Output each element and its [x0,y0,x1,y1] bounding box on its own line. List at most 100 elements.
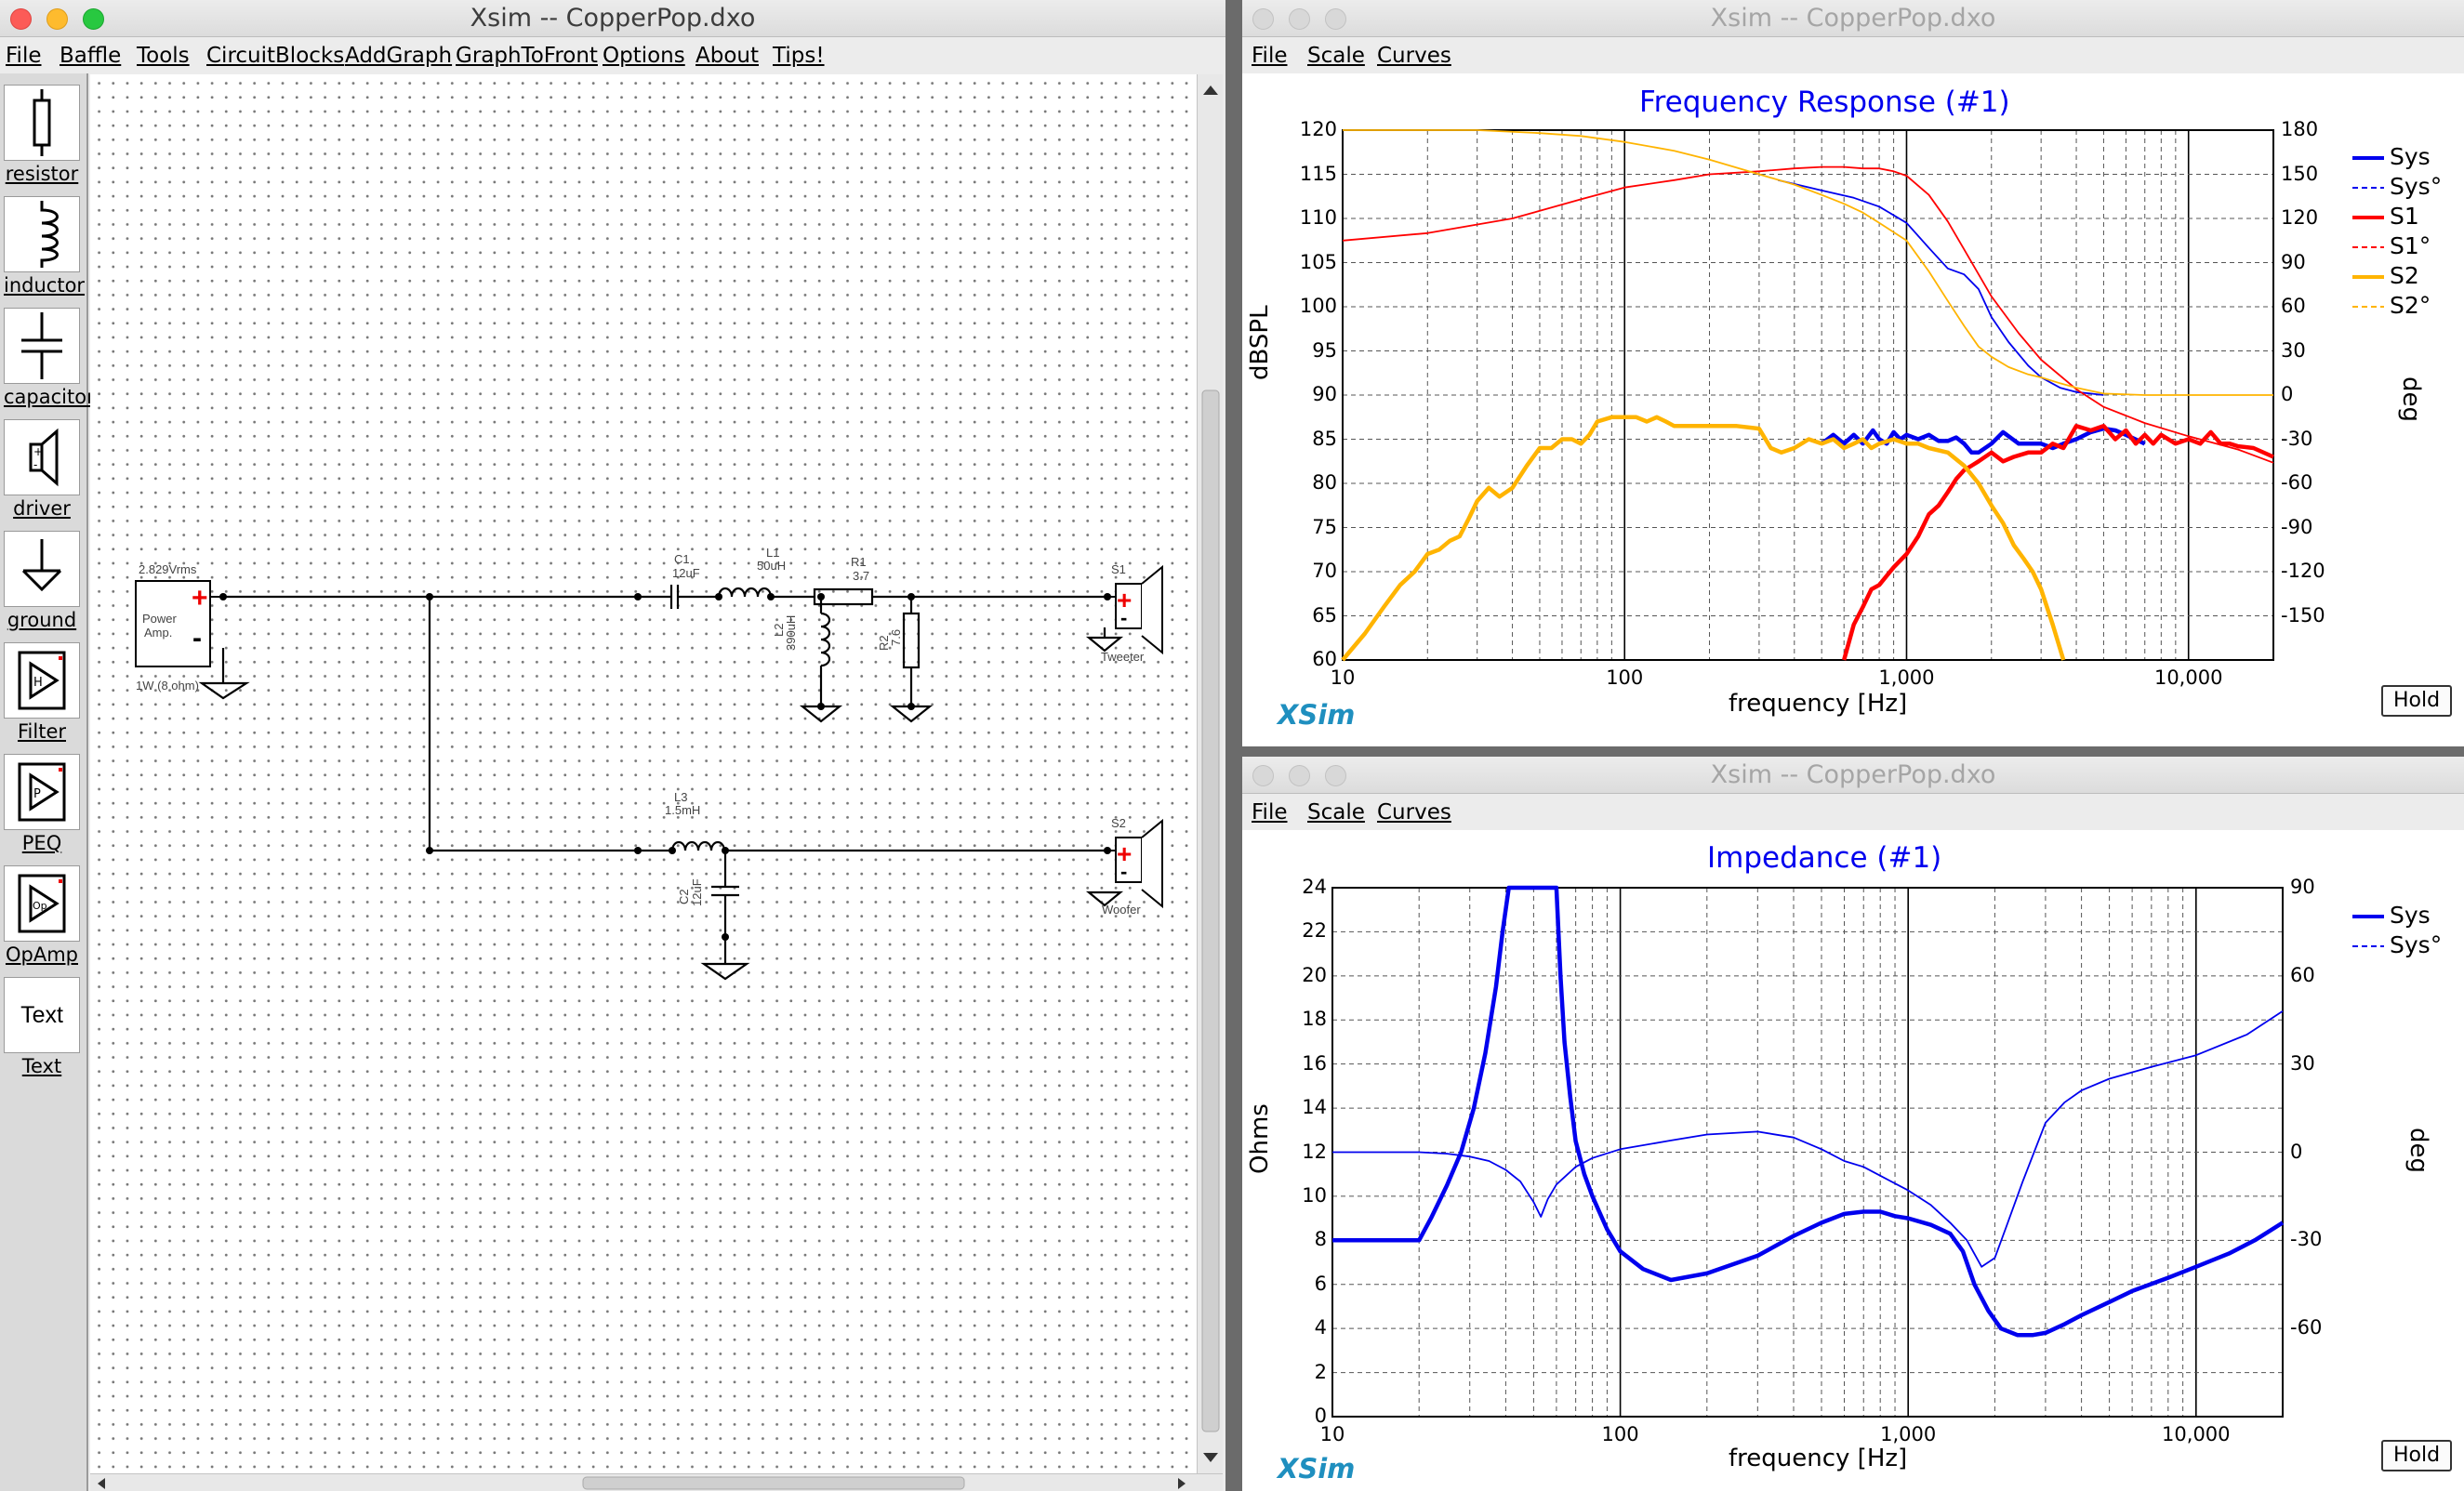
power-amp-block[interactable]: + - Power Amp. 2.829Vrms 1W (8 ohm) [135,562,223,693]
amp-name-line2: Amp. [144,626,172,640]
imp-y-tick-label: 16 [1302,1051,1327,1075]
ground-icon[interactable] [4,531,80,607]
scroll-up-arrow-icon[interactable] [1203,86,1218,95]
imp-y-tick-label: 18 [1302,1008,1327,1031]
fr-legend-label[interactable]: S2 [2390,262,2419,289]
imp-y-tick-label: 20 [1302,963,1327,986]
horizontal-scroll-thumb[interactable] [582,1476,965,1490]
imp-y-tick-label: 22 [1302,919,1327,943]
resistor-icon[interactable] [4,85,80,161]
tool-peq-label[interactable]: PEQ [4,832,80,854]
tool-resistor[interactable]: resistor [4,85,80,185]
svg-text:+: + [33,445,43,458]
fr-hold-button[interactable]: Hold [2381,685,2452,717]
c1-name-label: C1 [674,552,690,566]
tool-resistor-label[interactable]: resistor [4,163,80,185]
fr-legend-label[interactable]: Sys° [2390,173,2442,200]
fr-x-tick-label: 1,000 [1878,666,1935,689]
imp-y-tick-label: 12 [1302,1140,1327,1163]
imp-grid [1331,887,2284,1418]
capacitor-icon[interactable] [4,308,80,384]
fr-legend-label[interactable]: Sys [2390,143,2431,170]
tool-driver[interactable]: + - driver [4,419,80,520]
menu-options[interactable]: Options [603,44,685,68]
tool-opamp[interactable]: Op OpAmp [4,865,80,966]
s2-name-label: S2 [1111,816,1126,830]
schematic-diagram[interactable]: + - Power Amp. 2.829Vrms 1W (8 ohm) C1 1… [90,74,1197,1473]
menu-circuitblocks[interactable]: CircuitBlocks [206,44,344,68]
peq-icon[interactable]: P [4,754,80,830]
tool-ground-label[interactable]: ground [4,609,80,631]
imp-chart-plot[interactable] [1242,830,2464,1491]
imp-window-titlebar[interactable]: Xsim -- CopperPop.dxo [1242,757,2464,794]
text-icon[interactable]: Text [4,977,80,1053]
imp-menu-curves[interactable]: Curves [1377,800,1451,825]
circuit-window: Xsim -- CopperPop.dxo File Baffle Tools … [0,0,1225,1491]
amp-voltage-label: 2.829Vrms [139,562,197,576]
vertical-scroll-thumb[interactable] [1201,389,1220,1432]
menu-baffle[interactable]: Baffle [60,44,121,68]
imp-legend-label[interactable]: Sys [2390,902,2431,929]
fr-legend-label[interactable]: S1° [2390,232,2431,259]
canvas-vertical-scrollbar[interactable] [1197,74,1223,1473]
scroll-right-arrow-icon[interactable] [1178,1478,1186,1489]
fr-y-tick-label: 75 [1312,515,1337,538]
circuit-window-titlebar[interactable]: Xsim -- CopperPop.dxo [0,0,1225,37]
l3-value-label: 1.5mH [665,803,700,817]
fr-y2-tick-label: -150 [2281,603,2325,627]
tool-peq[interactable]: P PEQ [4,754,80,854]
fr-menu-file[interactable]: File [1252,44,1288,68]
imp-y-tick-label: 2 [1314,1360,1327,1383]
filter-icon[interactable]: H [4,642,80,719]
schematic-canvas[interactable]: + - Power Amp. 2.829Vrms 1W (8 ohm) C1 1… [90,74,1197,1473]
imp-menu-file[interactable]: File [1252,800,1288,825]
fr-x-tick-label: 10 [1330,666,1356,689]
fr-y-tick-label: 65 [1312,603,1337,627]
imp-xsim-brand: XSim [1278,1453,1356,1484]
tool-opamp-label[interactable]: OpAmp [4,943,80,966]
menu-tools[interactable]: Tools [137,44,190,68]
imp-hold-button[interactable]: Hold [2381,1440,2452,1471]
tool-capacitor[interactable]: capacitor [4,308,95,408]
amp-name-line1: Power [142,612,178,626]
fr-menubar: File Scale Curves [1242,38,2464,73]
tool-text-label[interactable]: Text [4,1055,80,1077]
imp-x-tick-label: 10 [1319,1423,1345,1445]
tool-inductor-label[interactable]: inductor [4,274,85,297]
tweeter-driver-s1[interactable]: + - S1 Tweeter [1101,562,1163,664]
fr-menu-curves[interactable]: Curves [1377,44,1451,68]
tool-ground[interactable]: ground [4,531,80,631]
inductor-icon[interactable] [4,196,80,272]
menu-file[interactable]: File [6,44,42,68]
tool-text[interactable]: Text Text [4,977,80,1077]
tool-driver-label[interactable]: driver [4,497,80,520]
fr-y-tick-label: 85 [1312,427,1337,450]
scroll-down-arrow-icon[interactable] [1203,1453,1218,1462]
menu-graphtofront[interactable]: GraphToFront [456,44,598,68]
fr-legend-label[interactable]: S2° [2390,292,2431,319]
fr-legend-label[interactable]: S1 [2390,203,2419,230]
tool-filter[interactable]: H Filter [4,642,80,743]
imp-legend-label[interactable]: Sys° [2390,931,2442,958]
driver-icon[interactable]: + - [4,419,80,495]
c2-value-label: 12uF [690,878,704,906]
opamp-icon[interactable]: Op [4,865,80,942]
scroll-left-arrow-icon[interactable] [98,1478,105,1489]
fr-y-tick-label: 115 [1299,162,1337,185]
svg-text:+: + [192,583,208,614]
tool-capacitor-label[interactable]: capacitor [4,386,95,408]
imp-y2-tick-label: 0 [2290,1140,2303,1163]
imp-graph-area[interactable]: Impedance (#1) frequency [Hz] Ohms deg X… [1242,830,2464,1491]
fr-menu-scale[interactable]: Scale [1307,44,1365,68]
imp-menu-scale[interactable]: Scale [1307,800,1365,825]
canvas-horizontal-scrollbar[interactable] [90,1473,1223,1491]
tool-inductor[interactable]: inductor [4,196,85,297]
fr-graph-area[interactable]: Frequency Response (#1) frequency [Hz] d… [1242,73,2464,746]
svg-text:-: - [1120,606,1127,629]
fr-window-titlebar[interactable]: Xsim -- CopperPop.dxo [1242,0,2464,37]
menu-about[interactable]: About [695,44,759,68]
tool-filter-label[interactable]: Filter [4,720,80,743]
menu-tips[interactable]: Tips! [773,44,825,68]
menu-addgraph[interactable]: AddGraph [345,44,452,68]
imp-y2-tick-label: -30 [2290,1228,2323,1251]
